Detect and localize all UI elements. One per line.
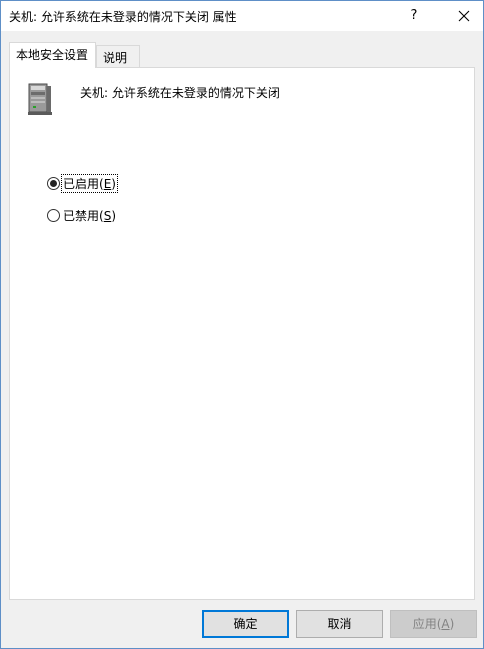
disabled-label[interactable]: 已禁用(S) — [62, 207, 117, 224]
close-button[interactable] — [445, 1, 483, 31]
enabled-label[interactable]: 已启用(E) — [61, 173, 118, 193]
disabled-radio[interactable] — [47, 208, 60, 222]
computer-tower-icon — [24, 82, 58, 121]
help-button[interactable]: ? — [399, 1, 429, 31]
tab-explain[interactable]: 说明 — [96, 45, 140, 68]
cancel-button[interactable]: 取消 — [296, 610, 383, 638]
close-icon — [458, 10, 470, 22]
tab-local-security-setting[interactable]: 本地安全设置 — [9, 42, 96, 68]
properties-dialog: 关机: 允许系统在未登录的情况下关闭 属性 ? 本地安全设置 说明 关机: 允许… — [0, 0, 484, 649]
title-bar[interactable]: 关机: 允许系统在未登录的情况下关闭 属性 ? — [1, 1, 483, 31]
ok-button[interactable]: 确定 — [202, 610, 289, 638]
policy-name: 关机: 允许系统在未登录的情况下关闭 — [80, 86, 280, 100]
enabled-option[interactable]: 已启用(E) — [47, 173, 118, 193]
tab-panel: 关机: 允许系统在未登录的情况下关闭 已启用(E) 已禁用(S) — [9, 67, 475, 600]
enabled-radio[interactable] — [47, 176, 60, 190]
window-title: 关机: 允许系统在未登录的情况下关闭 属性 — [9, 10, 237, 24]
disabled-option[interactable]: 已禁用(S) — [47, 206, 117, 224]
apply-button[interactable]: 应用(A) — [390, 610, 477, 638]
